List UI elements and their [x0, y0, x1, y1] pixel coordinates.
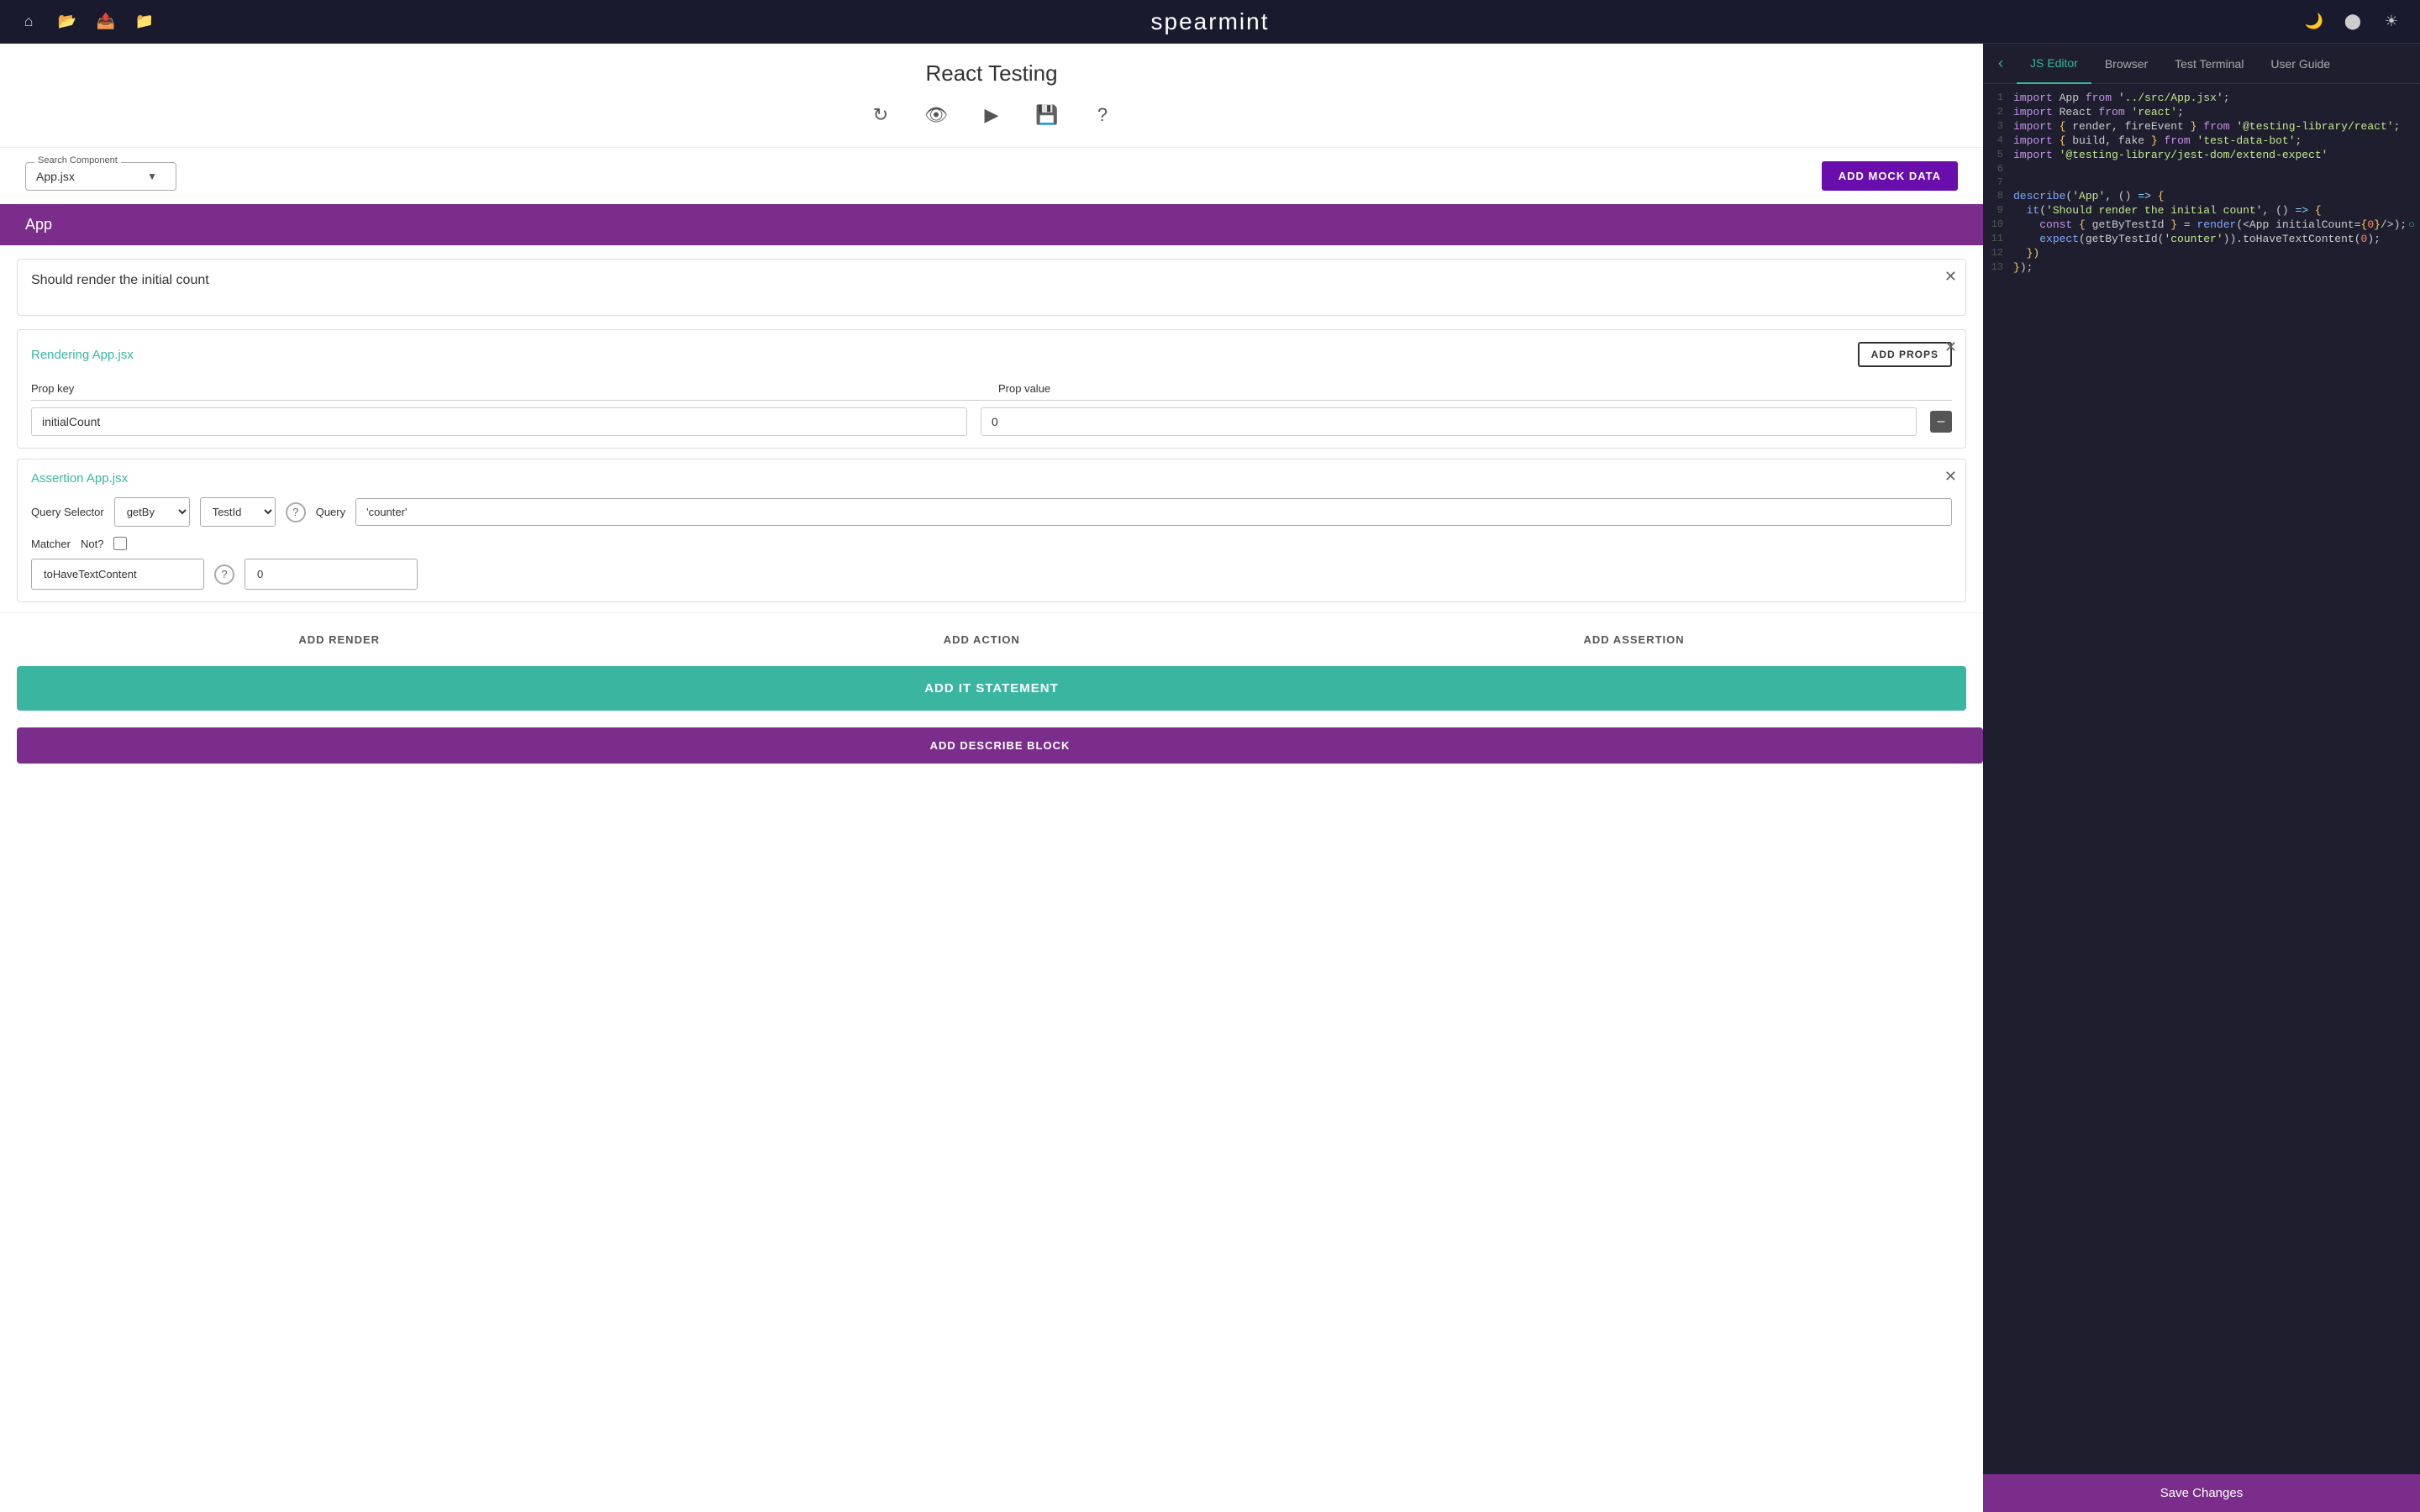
code-line-2: 2 import React from 'react';: [1983, 105, 2420, 119]
back-button[interactable]: ‹: [1991, 55, 2010, 72]
code-line-12: 12 }): [1983, 246, 2420, 260]
code-line-13: 13 });: [1983, 260, 2420, 275]
code-line-5: 5 import '@testing-library/jest-dom/exte…: [1983, 148, 2420, 162]
matcher-label: Matcher: [31, 538, 71, 550]
folder-open-icon[interactable]: 📂: [55, 10, 79, 34]
code-line-1: 1 import App from '../src/App.jsx';: [1983, 91, 2420, 105]
app-title: spearmint: [1151, 8, 1270, 35]
search-component-group: Search Component App.jsx ▼: [25, 162, 176, 191]
prop-table-header: Prop key Prop value: [31, 377, 1952, 401]
add-render-button[interactable]: ADD RENDER: [285, 627, 393, 653]
prop-key-header: Prop key: [31, 382, 985, 395]
component-header: App: [0, 204, 1983, 245]
code-line-7: 7: [1983, 176, 2420, 189]
header-right-icons: 🌙 ⬤ ☀: [2302, 10, 2403, 34]
render-block-header: Rendering App.jsx ADD PROPS: [31, 342, 1952, 367]
save-changes-bar[interactable]: Save Changes: [1983, 1474, 2420, 1512]
search-component-select[interactable]: App.jsx: [36, 170, 92, 183]
actions-row: ADD RENDER ADD ACTION ADD ASSERTION: [0, 612, 1983, 666]
sun-icon[interactable]: ☀: [2380, 10, 2403, 34]
add-assertion-button[interactable]: ADD ASSERTION: [1570, 627, 1698, 653]
assertion-block: ✕ Assertion App.jsx Query Selector getBy…: [17, 459, 1966, 602]
folder-icon[interactable]: 📁: [133, 10, 156, 34]
add-it-statement-button[interactable]: ADD IT STATEMENT: [17, 666, 1966, 711]
tab-js-editor[interactable]: JS Editor: [2017, 44, 2091, 84]
code-editor: 1 import App from '../src/App.jsx'; 2 im…: [1983, 84, 2420, 1474]
test-block-close-button[interactable]: ✕: [1944, 268, 1957, 286]
save-changes-label: Save Changes: [2160, 1486, 2243, 1500]
prop-delete-button[interactable]: –: [1930, 411, 1952, 433]
tab-user-guide[interactable]: User Guide: [2257, 44, 2344, 84]
code-line-10: 10 const { getByTestId } = render(<App i…: [1983, 218, 2420, 232]
query-help-icon[interactable]: ?: [286, 502, 306, 522]
dropdown-arrow-icon: ▼: [147, 171, 157, 182]
code-line-4: 4 import { build, fake } from 'test-data…: [1983, 134, 2420, 148]
code-line-3: 3 import { render, fireEvent } from '@te…: [1983, 119, 2420, 134]
query-type-select[interactable]: TestId: [200, 497, 276, 527]
code-line-11: 11 expect(getByTestId('counter')).toHave…: [1983, 232, 2420, 246]
right-panel: ‹ JS Editor Browser Test Terminal User G…: [1983, 44, 2420, 1512]
render-label: Rendering: [31, 348, 89, 362]
query-input[interactable]: [355, 498, 1952, 526]
right-panel-tabs: ‹ JS Editor Browser Test Terminal User G…: [1983, 44, 2420, 84]
matcher-value-row: ?: [31, 559, 1952, 590]
dark-mode-icon[interactable]: 🌙: [2302, 10, 2326, 34]
add-describe-block-button[interactable]: ADD DESCRIBE BLOCK: [17, 727, 1983, 764]
search-component-label: Search Component: [34, 155, 121, 165]
header-left-icons: ⌂ 📂 📤 📁: [17, 10, 156, 34]
tab-browser[interactable]: Browser: [2091, 44, 2161, 84]
not-label: Not?: [81, 538, 103, 550]
assertion-component: App.jsx: [87, 471, 128, 486]
save-icon[interactable]: 💾: [1032, 100, 1062, 130]
prop-row: –: [31, 407, 1952, 436]
panel-title: React Testing: [0, 44, 1983, 100]
test-block: ✕ Should render the initial count: [17, 259, 1966, 316]
not-checkbox[interactable]: [113, 537, 127, 550]
left-panel: React Testing ↻ 👁 ▶ 💾 ? Search Component…: [0, 44, 1983, 1512]
render-block: ✕ Rendering App.jsx ADD PROPS Prop key P…: [17, 329, 1966, 449]
toolbar: ↻ 👁 ▶ 💾 ?: [0, 100, 1983, 148]
header: ⌂ 📂 📤 📁 spearmint 🌙 ⬤ ☀: [0, 0, 2420, 44]
refresh-icon[interactable]: ↻: [865, 100, 896, 130]
render-component-name: App.jsx: [92, 348, 134, 362]
add-mock-data-button[interactable]: ADD MOCK DATA: [1822, 161, 1958, 191]
help-icon[interactable]: ?: [1087, 100, 1118, 130]
assertion-block-close-button[interactable]: ✕: [1944, 468, 1957, 486]
render-title: Rendering App.jsx: [31, 348, 134, 362]
code-line-6: 6: [1983, 162, 2420, 176]
matcher-input[interactable]: [31, 559, 204, 590]
play-icon[interactable]: ▶: [976, 100, 1007, 130]
eye-icon[interactable]: 👁: [921, 100, 951, 130]
assertion-matcher-row: Matcher Not?: [31, 537, 1952, 550]
test-block-title: Should render the initial count: [31, 273, 1952, 288]
prop-key-input[interactable]: [31, 407, 967, 436]
render-block-close-button[interactable]: ✕: [1944, 339, 1957, 356]
code-line-9: 9 it('Should render the initial count', …: [1983, 203, 2420, 218]
add-props-button[interactable]: ADD PROPS: [1858, 342, 1952, 367]
code-line-8: 8 describe('App', () => {: [1983, 189, 2420, 203]
matcher-help-icon[interactable]: ?: [214, 564, 234, 585]
file-export-icon[interactable]: 📤: [94, 10, 118, 34]
tab-test-terminal[interactable]: Test Terminal: [2161, 44, 2257, 84]
search-section: Search Component App.jsx ▼ ADD MOCK DATA: [0, 148, 1983, 204]
query-selector-select[interactable]: getBy: [114, 497, 190, 527]
main-layout: React Testing ↻ 👁 ▶ 💾 ? Search Component…: [0, 44, 2420, 1512]
matcher-value-input[interactable]: [245, 559, 418, 590]
circle-icon[interactable]: ⬤: [2341, 10, 2365, 34]
home-icon[interactable]: ⌂: [17, 10, 40, 34]
query-label: Query: [316, 506, 345, 518]
assertion-query-row: Query Selector getBy TestId ? Query: [31, 497, 1952, 527]
prop-value-input[interactable]: [981, 407, 1917, 436]
query-selector-label: Query Selector: [31, 506, 104, 518]
assertion-label: Assertion: [31, 471, 84, 486]
add-action-button[interactable]: ADD ACTION: [930, 627, 1034, 653]
prop-value-header: Prop value: [998, 382, 1952, 395]
assertion-title: Assertion App.jsx: [31, 471, 1952, 486]
